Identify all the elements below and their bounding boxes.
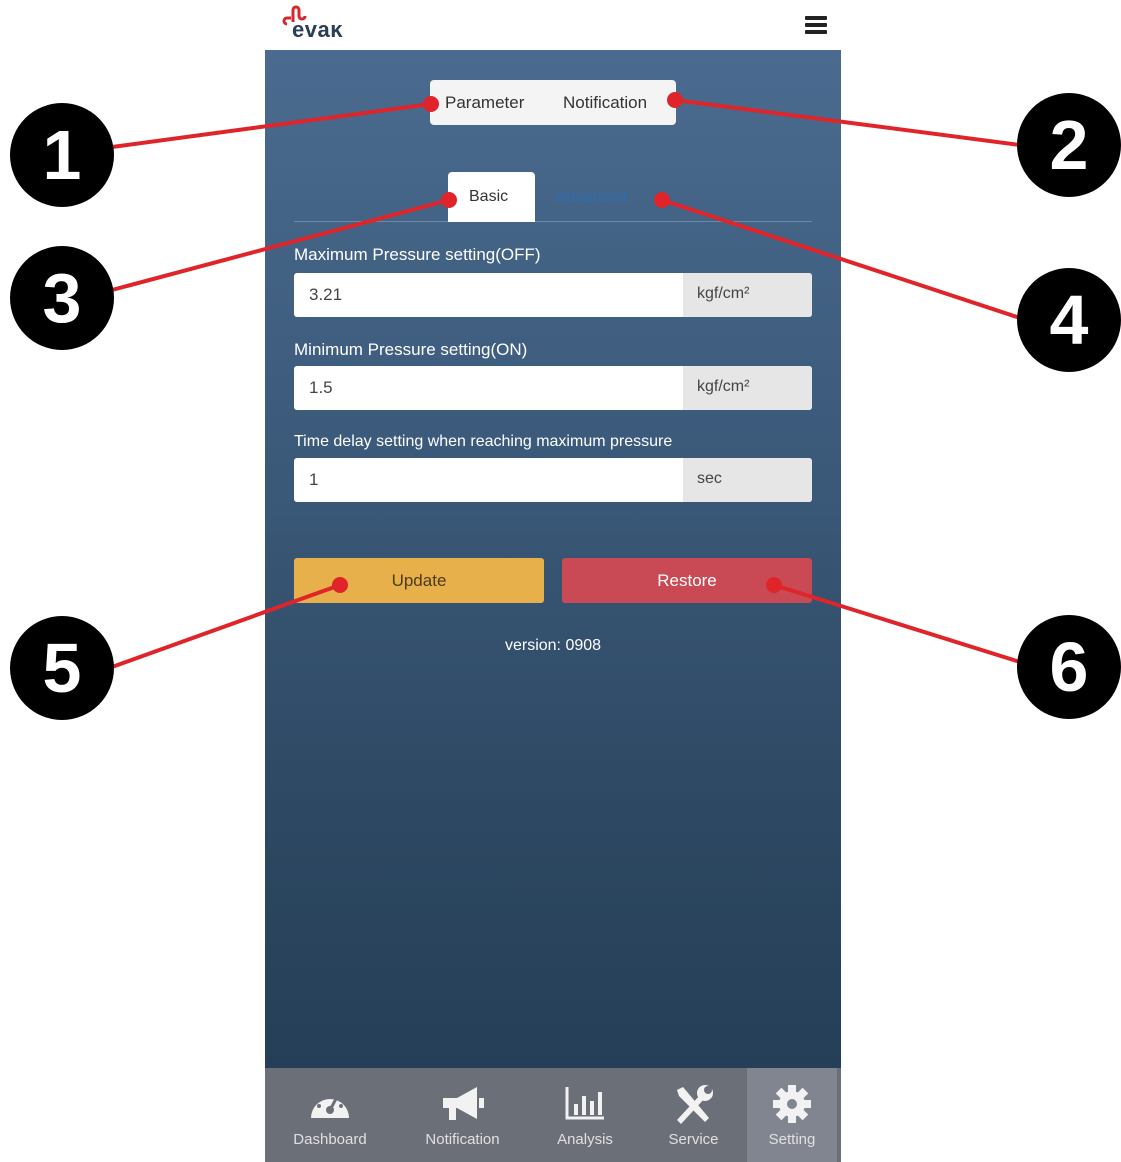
callout-3: 3 <box>10 246 114 350</box>
nav-service[interactable]: Service <box>640 1068 747 1162</box>
callout-4: 4 <box>1017 268 1121 372</box>
unit-label: kgf/cm² <box>697 285 750 302</box>
max-pressure-unit: kgf/cm² <box>683 273 812 317</box>
tools-icon <box>677 1085 713 1124</box>
version-text: version: 0908 <box>504 637 602 654</box>
sub-tab-advanced[interactable]: Advanced <box>556 189 627 207</box>
hamburger-menu-icon[interactable] <box>805 16 827 34</box>
sub-tab-basic-label: Basic <box>469 188 509 205</box>
min-pressure-field[interactable]: 1.5 kgf/cm² <box>294 366 812 410</box>
gear-icon <box>773 1085 811 1123</box>
nav-analysis[interactable]: Analysis <box>530 1068 640 1162</box>
logo-text: evaĸ <box>292 17 343 42</box>
update-button[interactable]: Update <box>294 558 544 603</box>
app-header: evaĸ <box>265 0 841 50</box>
nav-setting-label: Setting <box>768 1131 816 1148</box>
min-pressure-unit: kgf/cm² <box>683 366 812 410</box>
time-delay-label: Time delay setting when reaching maximum… <box>294 433 673 450</box>
callout-6: 6 <box>1017 615 1121 719</box>
top-tab-bar: Parameter Notification <box>430 80 676 125</box>
nav-setting[interactable]: Setting <box>747 1068 837 1162</box>
time-delay-input[interactable]: 1 <box>309 470 318 490</box>
evak-logo[interactable]: evaĸ <box>278 5 368 46</box>
settings-screen: Parameter Notification Basic Advanced Ma… <box>265 50 841 1068</box>
time-delay-unit: sec <box>683 458 812 502</box>
nav-notification[interactable]: Notification <box>395 1068 530 1162</box>
sub-tab-basic[interactable]: Basic <box>448 172 535 222</box>
nav-service-label: Service <box>668 1131 719 1148</box>
nav-dashboard-label: Dashboard <box>293 1131 367 1148</box>
time-delay-field[interactable]: 1 sec <box>294 458 812 502</box>
bottom-nav: Dashboard Notification Analysis Service <box>265 1068 841 1162</box>
max-pressure-field[interactable]: 3.21 kgf/cm² <box>294 273 812 317</box>
min-pressure-input[interactable]: 1.5 <box>309 378 333 398</box>
callout-2: 2 <box>1017 93 1121 197</box>
unit-label: kgf/cm² <box>697 378 750 395</box>
callout-5: 5 <box>10 616 114 720</box>
unit-label: sec <box>697 470 722 487</box>
nav-dashboard[interactable]: Dashboard <box>265 1068 395 1162</box>
tab-parameter[interactable]: Parameter <box>445 93 524 113</box>
nav-analysis-label: Analysis <box>557 1131 613 1148</box>
bar-chart-icon <box>565 1087 604 1120</box>
tab-notification[interactable]: Notification <box>563 93 647 113</box>
megaphone-icon <box>443 1087 484 1120</box>
nav-notification-label: Notification <box>425 1131 500 1148</box>
callout-1: 1 <box>10 103 114 207</box>
restore-button[interactable]: Restore <box>562 558 812 603</box>
max-pressure-input[interactable]: 3.21 <box>309 285 342 305</box>
gauge-icon <box>311 1095 349 1118</box>
max-pressure-label: Maximum Pressure setting(OFF) <box>294 245 541 264</box>
sub-tab-divider <box>294 221 812 222</box>
min-pressure-label: Minimum Pressure setting(ON) <box>294 340 528 359</box>
